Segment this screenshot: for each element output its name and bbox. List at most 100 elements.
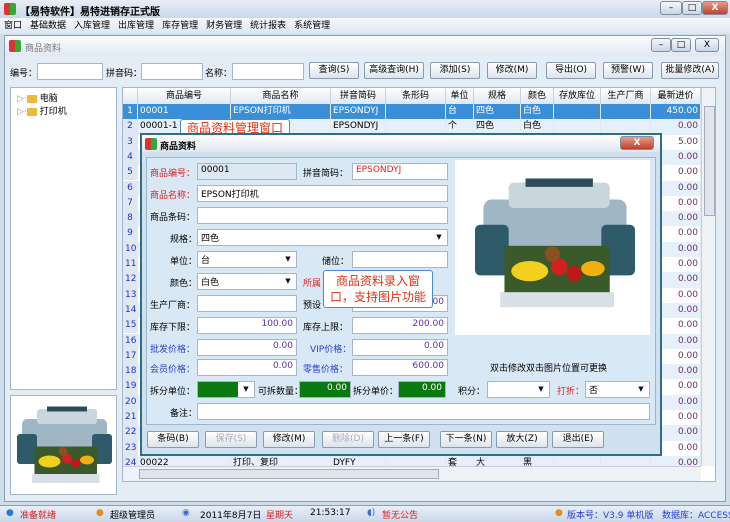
code-label: 商品编号： bbox=[150, 169, 196, 179]
preset-label: 预设 bbox=[303, 301, 322, 311]
cell-row-number: 4 bbox=[123, 149, 138, 166]
name-field[interactable]: EPSON打印机 bbox=[197, 185, 448, 202]
member-price-field[interactable]: 0.00 bbox=[197, 359, 297, 376]
dropdown-arrow-icon[interactable]: ▼ bbox=[280, 252, 296, 267]
color-select[interactable]: 白色 ▼ bbox=[197, 273, 297, 290]
edit-button[interactable]: 修改(M) bbox=[487, 62, 537, 79]
inner-minimize-button[interactable]: – bbox=[651, 38, 671, 52]
menu-finance[interactable]: 财务管理 bbox=[202, 18, 246, 34]
unit-select[interactable]: 台 ▼ bbox=[197, 251, 297, 268]
inner-maximize-button[interactable]: □ bbox=[671, 38, 691, 52]
version-icon: ● bbox=[555, 508, 563, 518]
retail-label: 零售价格： bbox=[303, 365, 349, 375]
barcode-button[interactable]: 条码(B) bbox=[147, 431, 199, 448]
export-button[interactable]: 导出(O) bbox=[546, 62, 596, 79]
inner-close-button[interactable]: X bbox=[695, 38, 719, 52]
maximize-button[interactable]: □ bbox=[682, 1, 702, 15]
stock-min-field[interactable]: 100.00 bbox=[197, 317, 297, 334]
column-header-unit[interactable]: 单位 bbox=[446, 88, 474, 104]
discount-select[interactable]: 否 ▼ bbox=[585, 381, 650, 398]
cell-row-number: 21 bbox=[123, 410, 138, 426]
product-image[interactable] bbox=[455, 160, 650, 335]
cell-unit: 台 bbox=[446, 104, 474, 120]
dropdown-arrow-icon[interactable]: ▼ bbox=[280, 274, 296, 289]
maker-field[interactable] bbox=[197, 295, 297, 312]
vertical-scrollbar[interactable] bbox=[701, 88, 715, 466]
dropdown-arrow-icon[interactable]: ▼ bbox=[238, 382, 254, 397]
exit-button[interactable]: 退出(E) bbox=[552, 431, 604, 448]
cell-row-number: 12 bbox=[123, 272, 138, 288]
edit-button[interactable]: 修改(M) bbox=[263, 431, 315, 448]
cell-row-number: 22 bbox=[123, 425, 138, 441]
add-button[interactable]: 添加(S) bbox=[430, 62, 480, 79]
cell-row-number: 20 bbox=[123, 394, 138, 410]
pinyin-input[interactable] bbox=[141, 63, 203, 80]
cell-row-number: 23 bbox=[123, 440, 138, 456]
dropdown-arrow-icon[interactable]: ▼ bbox=[431, 230, 447, 245]
pinyin-field[interactable]: EPSONDYJ bbox=[352, 163, 448, 180]
barcode-label: 商品条码： bbox=[150, 213, 196, 223]
minimize-button[interactable]: – bbox=[660, 1, 682, 15]
cell-row-number: 5 bbox=[123, 165, 138, 181]
column-header-code[interactable]: 商品编号 bbox=[138, 88, 231, 104]
advanced-query-button[interactable]: 高级查询(H) bbox=[364, 62, 424, 79]
name-input[interactable] bbox=[232, 63, 304, 80]
menu-reports[interactable]: 统计报表 bbox=[246, 18, 290, 34]
tree-item-printer[interactable]: ▷· 打印机 bbox=[17, 104, 67, 117]
alert-button[interactable]: 预警(W) bbox=[603, 62, 653, 79]
dialog-close-button[interactable]: X bbox=[620, 136, 654, 150]
menu-system[interactable]: 系统管理 bbox=[290, 18, 334, 34]
split-qty-field[interactable]: 0.00 bbox=[299, 381, 351, 398]
cell-price: 450.00 bbox=[651, 104, 701, 120]
column-header-row-number[interactable] bbox=[123, 88, 138, 104]
save-button[interactable]: 保存(S) bbox=[205, 431, 257, 448]
column-header-name[interactable]: 商品名称 bbox=[231, 88, 331, 104]
wholesale-field[interactable]: 0.00 bbox=[197, 339, 297, 356]
cell-row-number: 19 bbox=[123, 379, 138, 395]
location-field[interactable] bbox=[352, 251, 448, 268]
dropdown-arrow-icon[interactable]: ▼ bbox=[533, 382, 549, 397]
points-label: 积分： bbox=[458, 387, 486, 397]
menu-basic-data[interactable]: 基础数据 bbox=[26, 18, 70, 34]
stock-max-field[interactable]: 200.00 bbox=[352, 317, 448, 334]
cell-location bbox=[554, 104, 601, 120]
menu-inbound[interactable]: 入库管理 bbox=[70, 18, 114, 34]
split-price-field[interactable]: 0.00 bbox=[398, 381, 446, 398]
spec-select[interactable]: 四色 ▼ bbox=[197, 229, 448, 246]
pinyin-label: 拼音码： bbox=[106, 69, 143, 79]
zoom-button[interactable]: 放大(Z) bbox=[496, 431, 548, 448]
location-label: 储位： bbox=[322, 257, 350, 267]
retail-price-field[interactable]: 600.00 bbox=[352, 359, 448, 376]
vip-field[interactable]: 0.00 bbox=[352, 339, 448, 356]
menu-outbound[interactable]: 出库管理 bbox=[114, 18, 158, 34]
horizontal-scrollbar[interactable] bbox=[123, 466, 701, 481]
points-select[interactable]: ▼ bbox=[487, 381, 550, 398]
stock-min-label: 库存下限： bbox=[150, 323, 196, 333]
code-field[interactable]: 00001 bbox=[197, 163, 297, 180]
table-row[interactable]: 1 00001 EPSON打印机 EPSONDYJ 台四色 白色 450.00 bbox=[123, 104, 701, 120]
cell-row-number: 9 bbox=[123, 226, 138, 242]
image-caption: 双击修改双击图片位置可更换 bbox=[490, 364, 608, 374]
remark-field[interactable] bbox=[197, 403, 650, 420]
column-header-maker[interactable]: 生产厂商 bbox=[601, 88, 651, 104]
batch-edit-button[interactable]: 批量修改(A) bbox=[661, 62, 719, 79]
code-input[interactable] bbox=[37, 63, 103, 80]
column-header-price[interactable]: 最新进价 bbox=[651, 88, 701, 104]
next-button[interactable]: 下一条(N) bbox=[440, 431, 492, 448]
barcode-field[interactable] bbox=[197, 207, 448, 224]
menu-window[interactable]: 窗口 bbox=[0, 18, 26, 34]
tree-item-computer[interactable]: ▷· 电脑 bbox=[17, 91, 58, 104]
dropdown-arrow-icon[interactable]: ▼ bbox=[633, 382, 649, 397]
previous-button[interactable]: 上一条(F) bbox=[378, 431, 430, 448]
close-button[interactable]: X bbox=[702, 1, 728, 15]
query-button[interactable]: 查询(S) bbox=[309, 62, 359, 79]
window-icon bbox=[9, 40, 21, 52]
menu-inventory[interactable]: 库存管理 bbox=[158, 18, 202, 34]
split-unit-select[interactable]: ▼ bbox=[197, 381, 255, 398]
column-header-pinyin[interactable]: 拼音简码 bbox=[331, 88, 386, 104]
column-header-barcode[interactable]: 条形码 bbox=[386, 88, 446, 104]
column-header-color[interactable]: 颜色 bbox=[521, 88, 554, 104]
delete-button[interactable]: 删除(D) bbox=[322, 431, 374, 448]
column-header-location[interactable]: 存放库位 bbox=[554, 88, 601, 104]
column-header-spec[interactable]: 规格 bbox=[474, 88, 521, 104]
